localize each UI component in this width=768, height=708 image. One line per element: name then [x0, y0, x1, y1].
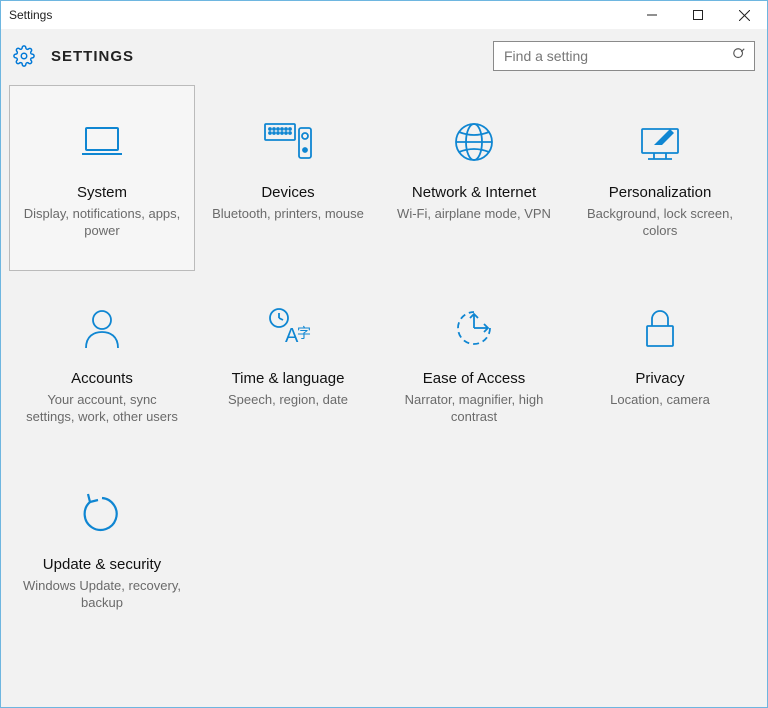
tile-title: Time & language	[232, 370, 345, 388]
tile-title: Privacy	[635, 370, 684, 388]
tile-accounts[interactable]: Accounts Your account, sync settings, wo…	[9, 271, 195, 457]
close-button[interactable]	[721, 1, 767, 29]
ease-of-access-icon	[452, 300, 496, 356]
tile-subtitle: Wi-Fi, airplane mode, VPN	[385, 206, 563, 223]
tile-subtitle: Bluetooth, printers, mouse	[200, 206, 376, 223]
tile-subtitle: Your account, sync settings, work, other…	[10, 392, 194, 426]
tile-title: Accounts	[71, 370, 133, 388]
titlebar: Settings	[1, 1, 767, 29]
tile-personalization[interactable]: Personalization Background, lock screen,…	[567, 85, 753, 271]
refresh-icon	[80, 486, 124, 542]
header: SETTINGS	[1, 29, 767, 85]
tile-subtitle: Windows Update, recovery, backup	[10, 578, 194, 612]
personalization-icon	[636, 114, 684, 170]
tile-ease-of-access[interactable]: Ease of Access Narrator, magnifier, high…	[381, 271, 567, 457]
tile-title: System	[77, 184, 127, 202]
tile-subtitle: Narrator, magnifier, high contrast	[382, 392, 566, 426]
tile-subtitle: Speech, region, date	[216, 392, 360, 409]
tile-title: Devices	[261, 184, 314, 202]
laptop-icon	[78, 114, 126, 170]
tile-title: Ease of Access	[423, 370, 526, 388]
tile-system[interactable]: System Display, notifications, apps, pow…	[9, 85, 195, 271]
header-left: SETTINGS	[13, 45, 134, 67]
maximize-button[interactable]	[675, 1, 721, 29]
tile-privacy[interactable]: Privacy Location, camera	[567, 271, 753, 457]
minimize-button[interactable]	[629, 1, 675, 29]
gear-icon	[13, 45, 35, 67]
svg-text:字: 字	[297, 325, 311, 341]
search-box[interactable]	[493, 41, 755, 71]
globe-icon	[452, 114, 496, 170]
tile-subtitle: Display, notifications, apps, power	[10, 206, 194, 240]
tile-title: Network & Internet	[412, 184, 536, 202]
window-controls	[629, 1, 767, 29]
tile-update-security[interactable]: Update & security Windows Update, recove…	[9, 457, 195, 643]
search-icon	[732, 47, 746, 66]
tile-subtitle: Background, lock screen, colors	[568, 206, 752, 240]
tile-title: Update & security	[43, 556, 161, 574]
settings-window: Settings SETTINGS	[0, 0, 768, 708]
settings-grid: System Display, notifications, apps, pow…	[1, 85, 767, 707]
tile-time-language[interactable]: A 字 Time & language Speech, region, date	[195, 271, 381, 457]
window-title: Settings	[9, 8, 52, 22]
person-icon	[81, 300, 123, 356]
tile-network[interactable]: Network & Internet Wi-Fi, airplane mode,…	[381, 85, 567, 271]
devices-icon	[262, 114, 314, 170]
search-input[interactable]	[502, 47, 732, 65]
tile-subtitle: Location, camera	[598, 392, 722, 409]
page-title: SETTINGS	[51, 48, 134, 65]
lock-icon	[641, 300, 679, 356]
time-language-icon: A 字	[265, 300, 311, 356]
tile-title: Personalization	[609, 184, 712, 202]
tile-devices[interactable]: Devices Bluetooth, printers, mouse	[195, 85, 381, 271]
